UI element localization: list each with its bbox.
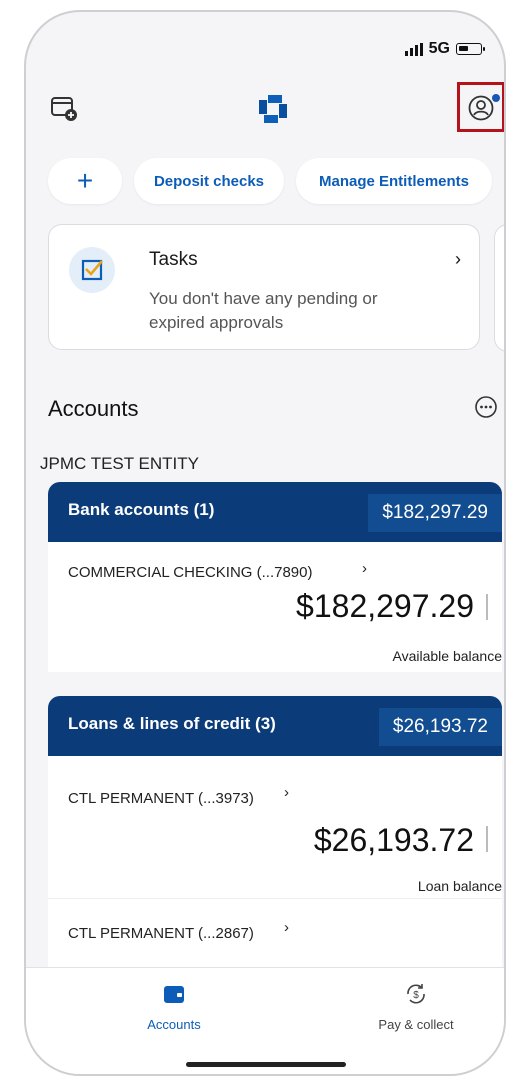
divider [486,826,488,852]
account-row[interactable]: COMMERCIAL CHECKING (...7890) › $182,297… [48,542,502,672]
divider [486,594,488,620]
bank-accounts-section: Bank accounts (1) $182,297.29 COMMERCIAL… [48,482,502,672]
chevron-right-icon: › [362,560,367,577]
loans-label: Loans & lines of credit (3) [68,714,276,733]
loans-section: Loans & lines of credit (3) $26,193.72 C… [48,696,502,979]
add-button[interactable]: + [48,158,122,204]
accounts-heading: Accounts [48,396,139,421]
chevron-right-icon: › [455,249,461,269]
balance-label: Available balance [392,648,503,664]
wallet-add-icon[interactable] [50,94,78,122]
loan-name: CTL PERMANENT (...2867) [68,925,254,942]
more-options-icon[interactable] [475,396,497,418]
bank-accounts-total: $182,297.29 [368,494,502,532]
status-bar: 5G [404,40,485,58]
pay-collect-icon: $ [407,984,425,1004]
home-indicator [186,1062,346,1067]
tab-pay-label: Pay & collect [378,1017,454,1032]
notification-dot [492,94,500,102]
deposit-checks-button[interactable]: Deposit checks [134,158,284,204]
phone-frame: 5G + Deposit checks Manage Entitlements … [24,10,506,1076]
tasks-message: You don't have any pending or expired ap… [149,289,378,332]
signal-icon [404,42,423,56]
tasks-icon-wrap [69,247,115,293]
loans-total: $26,193.72 [378,708,502,746]
top-bar [26,82,504,138]
checkbox-icon [81,259,103,281]
manage-entitlements-button[interactable]: Manage Entitlements [296,158,492,204]
tab-accounts[interactable]: Accounts [114,982,234,1032]
tasks-title: Tasks [149,249,198,270]
battery-icon [456,43,485,55]
tasks-card[interactable]: Tasks You don't have any pending or expi… [48,224,480,350]
tab-accounts-label: Accounts [147,1017,201,1032]
network-label: 5G [428,40,450,57]
next-card[interactable] [494,224,504,352]
chase-octagon-icon [259,95,287,123]
wallet-icon [164,986,184,1003]
chevron-right-icon: › [284,919,289,936]
loan-name: CTL PERMANENT (...3973) [68,790,254,807]
bank-accounts-header[interactable]: Bank accounts (1) $182,297.29 [48,482,502,542]
account-name: COMMERCIAL CHECKING (...7890) [68,564,313,581]
svg-text:$: $ [413,990,419,1001]
loans-header[interactable]: Loans & lines of credit (3) $26,193.72 [48,696,502,756]
tab-pay-collect[interactable]: $ Pay & collect [356,982,476,1032]
loan-balance-label: Loan balance [417,878,502,894]
account-balance: $182,297.29 [296,588,474,624]
quick-actions: + Deposit checks Manage Entitlements [48,158,492,204]
bank-accounts-label: Bank accounts (1) [68,500,215,519]
entity-name: JPMC TEST ENTITY [40,454,200,473]
profile-button[interactable] [457,82,504,132]
chevron-right-icon: › [284,784,289,801]
bottom-tab-bar: Accounts $ Pay & collect [26,967,504,1074]
loan-row[interactable]: CTL PERMANENT (...3973) › $26,193.72 Loa… [48,756,502,898]
profile-icon [468,95,494,121]
loan-balance: $26,193.72 [313,822,474,858]
